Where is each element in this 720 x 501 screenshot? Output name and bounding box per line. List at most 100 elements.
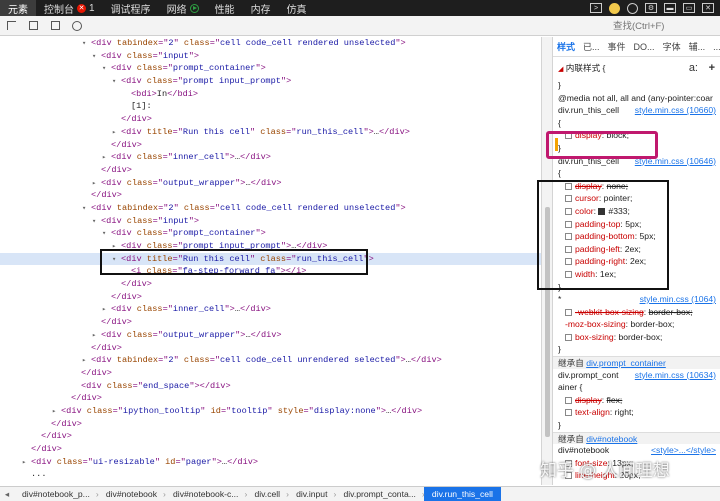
style-property[interactable]: box-sizing: border-box;	[553, 331, 720, 344]
settings-icon[interactable]: ⚙	[645, 3, 657, 13]
style-rule-header[interactable]: * style.min.css (1064)	[553, 293, 720, 306]
rule-source-link[interactable]: style.min.css (10634)	[634, 368, 716, 382]
property-checkbox[interactable]	[565, 333, 572, 341]
dom-tree[interactable]: ▾ <div tabindex="2" class="cell code_cell…	[0, 37, 541, 485]
dom-node[interactable]: </div>	[0, 189, 541, 202]
breadcrumb-item[interactable]: div.run_this_cell	[422, 487, 501, 501]
refresh-button[interactable]	[66, 16, 88, 36]
style-rule-header[interactable]: div.run_this_cell style.min.css (10660)	[553, 104, 720, 117]
style-property[interactable]: -webkit-box-sizing: border-box;	[553, 306, 720, 319]
tab-2[interactable]: 调试程序	[103, 0, 159, 16]
style-property[interactable]: line-height: 20px;	[553, 469, 720, 482]
property-checkbox[interactable]	[565, 472, 572, 480]
feedback-frown-icon[interactable]	[627, 2, 638, 14]
style-property[interactable]: display: block;	[553, 129, 720, 142]
property-checkbox[interactable]	[565, 182, 572, 190]
breadcrumb-item[interactable]: div.cell	[244, 489, 288, 499]
style-property[interactable]: padding-top: 5px;	[553, 218, 720, 231]
style-property[interactable]: width: 1ex;	[553, 268, 720, 281]
dom-node[interactable]: ▸ <div class="inner_cell">…</div>	[0, 303, 541, 316]
inherited-link[interactable]: div.prompt_container	[586, 358, 666, 368]
dom-node[interactable]: ▸ <div class="ipython_tooltip" id="toolti…	[0, 405, 541, 418]
dom-node[interactable]: </div>	[0, 430, 541, 443]
inherited-link[interactable]: div#notebook	[586, 434, 637, 444]
style-property[interactable]: text-align: right;	[553, 406, 720, 419]
property-checkbox[interactable]	[565, 233, 572, 241]
add-rule-button[interactable]: +	[709, 57, 715, 79]
rule-source-link[interactable]: style.min.css (10660)	[634, 104, 716, 117]
style-rule-header[interactable]: div#notebook <style>...</style>	[553, 444, 720, 457]
feedback-smile-icon[interactable]	[609, 2, 620, 14]
breadcrumb-item[interactable]: div#notebook-c...	[163, 489, 246, 499]
dom-node[interactable]: ▸ <div class="inner_cell">…</div>	[0, 151, 541, 164]
layout-button[interactable]	[44, 16, 66, 36]
dom-node[interactable]: ▾ <div class="input">	[0, 215, 541, 228]
dom-node[interactable]: </div>	[0, 316, 541, 329]
property-checkbox[interactable]	[565, 258, 572, 266]
dom-node[interactable]: ▸ <div class="output_wrapper">…</div>	[0, 177, 541, 190]
dom-node[interactable]: </div>	[0, 342, 541, 355]
dom-node[interactable]: <i class="fa-step-forward fa"></i>	[0, 265, 541, 278]
style-property[interactable]: color: #333;	[553, 205, 720, 218]
styles-tab-6[interactable]: ...	[709, 42, 720, 52]
close-icon[interactable]: ✕	[702, 3, 714, 13]
property-checkbox[interactable]	[565, 195, 572, 203]
dom-node[interactable]: ▸ <div tabindex="2" class="cell code_cell…	[0, 354, 541, 367]
dom-node[interactable]: ▾ <div class="prompt_container">	[0, 62, 541, 75]
dom-node[interactable]: ▾ <div class="input">	[0, 50, 541, 63]
property-checkbox[interactable]	[565, 459, 572, 467]
style-rule-header[interactable]: div.prompt_cont style.min.css (10634)	[553, 368, 720, 382]
styles-tab-0[interactable]: 样式	[553, 40, 579, 53]
dom-node[interactable]: ▾ <div class="prompt input_prompt">	[0, 75, 541, 88]
breadcrumb-item[interactable]: div#notebook	[96, 489, 165, 499]
pane-splitter-scrollbar[interactable]	[541, 37, 553, 485]
tab-6[interactable]: 仿真	[279, 0, 315, 16]
style-property[interactable]: display: none;	[553, 180, 720, 193]
rule-source-link[interactable]: style.min.css (1064)	[639, 293, 716, 306]
breadcrumb-item[interactable]: div#notebook_p...	[14, 489, 98, 499]
dom-node[interactable]: </div>	[0, 443, 541, 456]
style-property[interactable]: cursor: pointer;	[553, 192, 720, 205]
property-checkbox[interactable]	[565, 409, 572, 417]
property-checkbox[interactable]	[565, 245, 572, 253]
rule-source-link[interactable]: <style>...</style>	[651, 444, 716, 457]
breadcrumb-scroll-left-icon[interactable]: ◂	[0, 489, 14, 500]
tab-0[interactable]: 元素	[0, 0, 36, 16]
dock-bottom-icon[interactable]: ▬	[664, 3, 676, 13]
tab-1[interactable]: 控制台 ✕ 1	[36, 0, 103, 16]
styles-tab-3[interactable]: DO...	[630, 42, 659, 52]
property-checkbox[interactable]	[565, 270, 572, 278]
style-property[interactable]: padding-right: 2ex;	[553, 255, 720, 268]
dom-node[interactable]: ...	[0, 468, 541, 481]
search-input[interactable]	[613, 19, 717, 33]
scrollbar-thumb[interactable]	[545, 207, 550, 437]
dom-node[interactable]: </div>	[0, 278, 541, 291]
inline-style-row[interactable]: ◢ 内联样式 { a: +	[553, 57, 720, 79]
style-property[interactable]: -moz-box-sizing: border-box;	[553, 318, 720, 331]
style-property[interactable]: padding-bottom: 5px;	[553, 230, 720, 243]
styles-tab-1[interactable]: 已...	[579, 40, 604, 53]
property-checkbox[interactable]	[565, 220, 572, 228]
tab-4[interactable]: 性能	[207, 0, 243, 16]
dom-node[interactable]: <div class="end_space"></div>	[0, 380, 541, 393]
property-checkbox[interactable]	[565, 132, 572, 140]
style-property[interactable]: font-size: 13px;	[553, 457, 720, 470]
select-region-button[interactable]	[22, 16, 44, 36]
dom-node-selected[interactable]: ▾ <div title="Run this cell" class="run_t…	[0, 252, 541, 266]
select-element-button[interactable]	[0, 16, 22, 36]
dom-node[interactable]: ▸ <div class="output_wrapper">…</div>	[0, 329, 541, 342]
tab-3[interactable]: 网络	[159, 0, 207, 16]
dom-node[interactable]: </div>	[0, 113, 541, 126]
dom-node[interactable]: ▾ <div tabindex="2" class="cell code_cell…	[0, 202, 541, 215]
dom-node[interactable]: [1]:	[0, 100, 541, 113]
hover-state-button[interactable]: a:	[689, 57, 698, 79]
dom-node[interactable]: ▸ <div class="ui-resizable" id="pager">…<…	[0, 456, 541, 469]
dom-node[interactable]: </div>	[0, 418, 541, 431]
style-property[interactable]: display: flex;	[553, 394, 720, 407]
breadcrumb-item[interactable]: div.input	[286, 489, 335, 499]
dom-node[interactable]: </div>	[0, 291, 541, 304]
console-drawer-icon[interactable]: >	[590, 3, 602, 13]
dom-node[interactable]: ▸ <div title="Run this cell" class="run_t…	[0, 126, 541, 139]
dom-node[interactable]: </div>	[0, 392, 541, 405]
style-property[interactable]: ...: ...	[553, 482, 720, 485]
